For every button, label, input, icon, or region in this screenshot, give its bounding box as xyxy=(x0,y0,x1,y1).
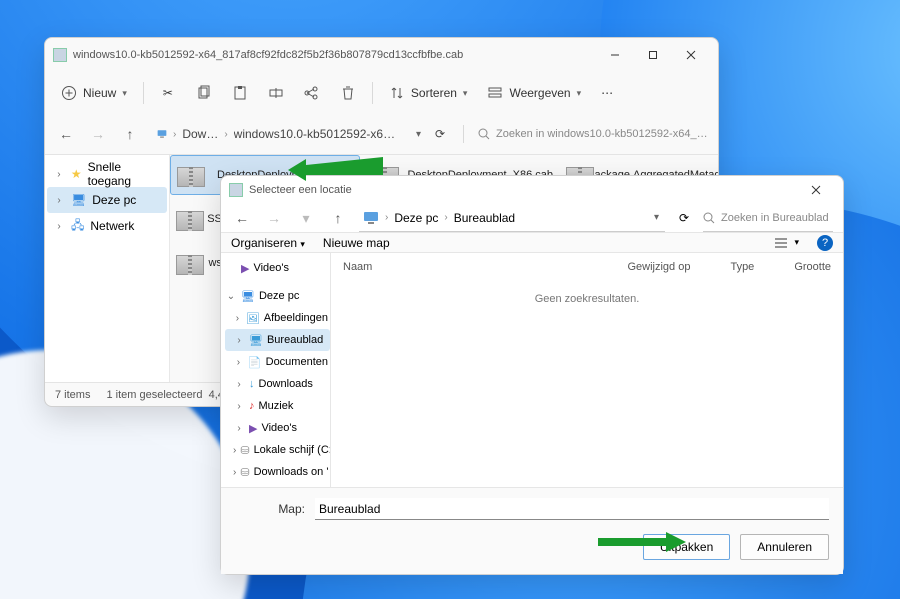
tree-downloads[interactable]: ›↓Downloads xyxy=(225,373,330,395)
video-icon: ▶ xyxy=(249,422,257,435)
disk-icon: ⛁ xyxy=(240,444,249,457)
folder-input[interactable] xyxy=(315,498,829,520)
address-bar: ← → ↑ › Dow… › windows10.0-kb5012592-x64… xyxy=(45,114,718,154)
close-button[interactable] xyxy=(672,41,710,69)
cab-file-icon xyxy=(53,48,67,62)
dialog-address: ← → ▾ ↑ › Deze pc › Bureaublad ▾ ⟳ Zoeke… xyxy=(221,204,843,232)
search-box[interactable]: Zoeken in windows10.0-kb5012592-x64_817a… xyxy=(478,128,708,140)
music-icon: ♪ xyxy=(249,400,255,412)
back-button[interactable]: ← xyxy=(231,210,253,226)
tree-pictures[interactable]: ›🖼Afbeeldingen xyxy=(225,307,330,329)
extract-button[interactable]: Uitpakken xyxy=(643,534,730,560)
copy-icon xyxy=(196,85,212,101)
paste-button[interactable] xyxy=(224,78,256,108)
more-button[interactable]: ⋯ xyxy=(593,78,621,108)
minimize-button[interactable] xyxy=(596,41,634,69)
star-icon: ★ xyxy=(71,167,82,181)
dialog-file-list: Naam Gewijzigd op Type Grootte Geen zoek… xyxy=(331,253,843,487)
sidebar-item-thispc[interactable]: ›🖥Deze pc xyxy=(47,187,167,213)
up-button[interactable]: ↑ xyxy=(327,210,349,226)
back-button[interactable]: ← xyxy=(55,126,77,142)
tree-videos2[interactable]: ›▶Video's xyxy=(225,417,330,439)
sidebar-item-network[interactable]: ›🖧Netwerk xyxy=(47,213,167,239)
cab-file-icon xyxy=(229,183,243,197)
trash-icon xyxy=(340,85,356,101)
sidebar-item-quick[interactable]: ›★Snelle toegang xyxy=(47,161,167,187)
tree-documents[interactable]: ›📄Documenten xyxy=(225,351,330,373)
downloads-icon: ↓ xyxy=(249,378,255,390)
cab-icon xyxy=(172,247,200,279)
dialog-footer: Map: Uitpakken Annuleren xyxy=(221,487,843,574)
cut-button[interactable]: ✂ xyxy=(152,78,184,108)
pc-icon: 🖥 xyxy=(241,290,255,303)
sort-icon xyxy=(389,85,405,101)
dialog-titlebar: Selecteer een locatie xyxy=(221,176,843,204)
tree-videos[interactable]: ▶Video's xyxy=(225,257,330,279)
dialog-breadcrumb[interactable]: › Deze pc › Bureaublad ▾ xyxy=(359,204,665,232)
folder-label: Map: xyxy=(235,502,305,516)
refresh-button[interactable]: ⟳ xyxy=(675,211,693,225)
forward-button[interactable]: → xyxy=(263,210,285,226)
share-icon xyxy=(304,85,320,101)
cab-icon xyxy=(173,159,209,191)
dialog-title: Selecteer een locatie xyxy=(249,184,352,196)
organize-bar: Organiseren ▾ Nieuwe map ▾ ? xyxy=(221,232,843,253)
recent-button[interactable]: ▾ xyxy=(295,210,317,227)
tree-desktop[interactable]: ›🖥Bureaublad xyxy=(225,329,330,351)
help-icon[interactable]: ? xyxy=(817,235,833,251)
pictures-icon: 🖼 xyxy=(246,312,260,325)
disk-icon: ⛁ xyxy=(240,466,249,479)
maximize-button[interactable] xyxy=(634,41,672,69)
sort-button[interactable]: Sorteren▾ xyxy=(381,78,476,108)
chevron-down-icon: ▾ xyxy=(122,88,127,99)
dialog-search[interactable]: Zoeken in Bureaublad xyxy=(703,204,833,232)
window-title: windows10.0-kb5012592-x64_817af8cf92fdc8… xyxy=(73,49,463,61)
tree-localdisk[interactable]: ›⛁Lokale schijf (C: xyxy=(225,439,330,461)
pc-icon xyxy=(363,211,379,225)
tree-music[interactable]: ›♪Muziek xyxy=(225,395,330,417)
pc-icon: 🖥 xyxy=(71,193,86,207)
view-button[interactable]: Weergeven▾ xyxy=(479,78,589,108)
search-icon xyxy=(478,128,490,140)
copy-button[interactable] xyxy=(188,78,220,108)
extract-dialog: Selecteer een locatie ← → ▾ ↑ › Deze pc … xyxy=(220,175,844,575)
view-icon xyxy=(487,85,503,101)
column-headers[interactable]: Naam Gewijzigd op Type Grootte xyxy=(343,257,831,281)
list-icon xyxy=(774,237,788,249)
desktop-icon: 🖥 xyxy=(249,334,263,347)
close-button[interactable] xyxy=(797,176,835,204)
share-button[interactable] xyxy=(296,78,328,108)
paste-icon xyxy=(232,85,248,101)
scissors-icon: ✂ xyxy=(160,85,176,101)
organize-button[interactable]: Organiseren ▾ xyxy=(231,236,305,250)
nav-pane: ›★Snelle toegang ›🖥Deze pc ›🖧Netwerk xyxy=(45,155,170,382)
cab-icon xyxy=(172,203,199,235)
delete-button[interactable] xyxy=(332,78,364,108)
rename-button[interactable] xyxy=(260,78,292,108)
breadcrumb[interactable]: › Dow… › windows10.0-kb5012592-x64_817af… xyxy=(151,127,406,141)
new-folder-button[interactable]: Nieuwe map xyxy=(323,236,390,250)
toolbar: Nieuw ▾ ✂ Sorteren▾ Weergeven▾ ⋯ xyxy=(45,72,718,114)
refresh-button[interactable]: ⟳ xyxy=(431,127,449,141)
tree-thispc[interactable]: ⌄🖥Deze pc xyxy=(225,285,330,307)
plus-circle-icon xyxy=(61,85,77,101)
titlebar: windows10.0-kb5012592-x64_817af8cf92fdc8… xyxy=(45,38,718,72)
network-icon: 🖧 xyxy=(71,216,84,237)
documents-icon: 📄 xyxy=(248,356,262,369)
forward-button[interactable]: → xyxy=(87,126,109,142)
cancel-button[interactable]: Annuleren xyxy=(740,534,829,560)
view-toggle[interactable]: ▾ xyxy=(774,237,799,249)
rename-icon xyxy=(268,85,284,101)
folder-tree: ▶Video's ⌄🖥Deze pc ›🖼Afbeeldingen ›🖥Bure… xyxy=(221,253,331,487)
search-icon xyxy=(703,212,715,224)
video-icon: ▶ xyxy=(241,262,249,275)
tree-downloads-on[interactable]: ›⛁Downloads on ' xyxy=(225,461,330,483)
pc-icon xyxy=(157,127,167,141)
up-button[interactable]: ↑ xyxy=(119,126,141,142)
new-button[interactable]: Nieuw ▾ xyxy=(53,78,135,108)
no-results-text: Geen zoekresultaten. xyxy=(343,281,831,305)
